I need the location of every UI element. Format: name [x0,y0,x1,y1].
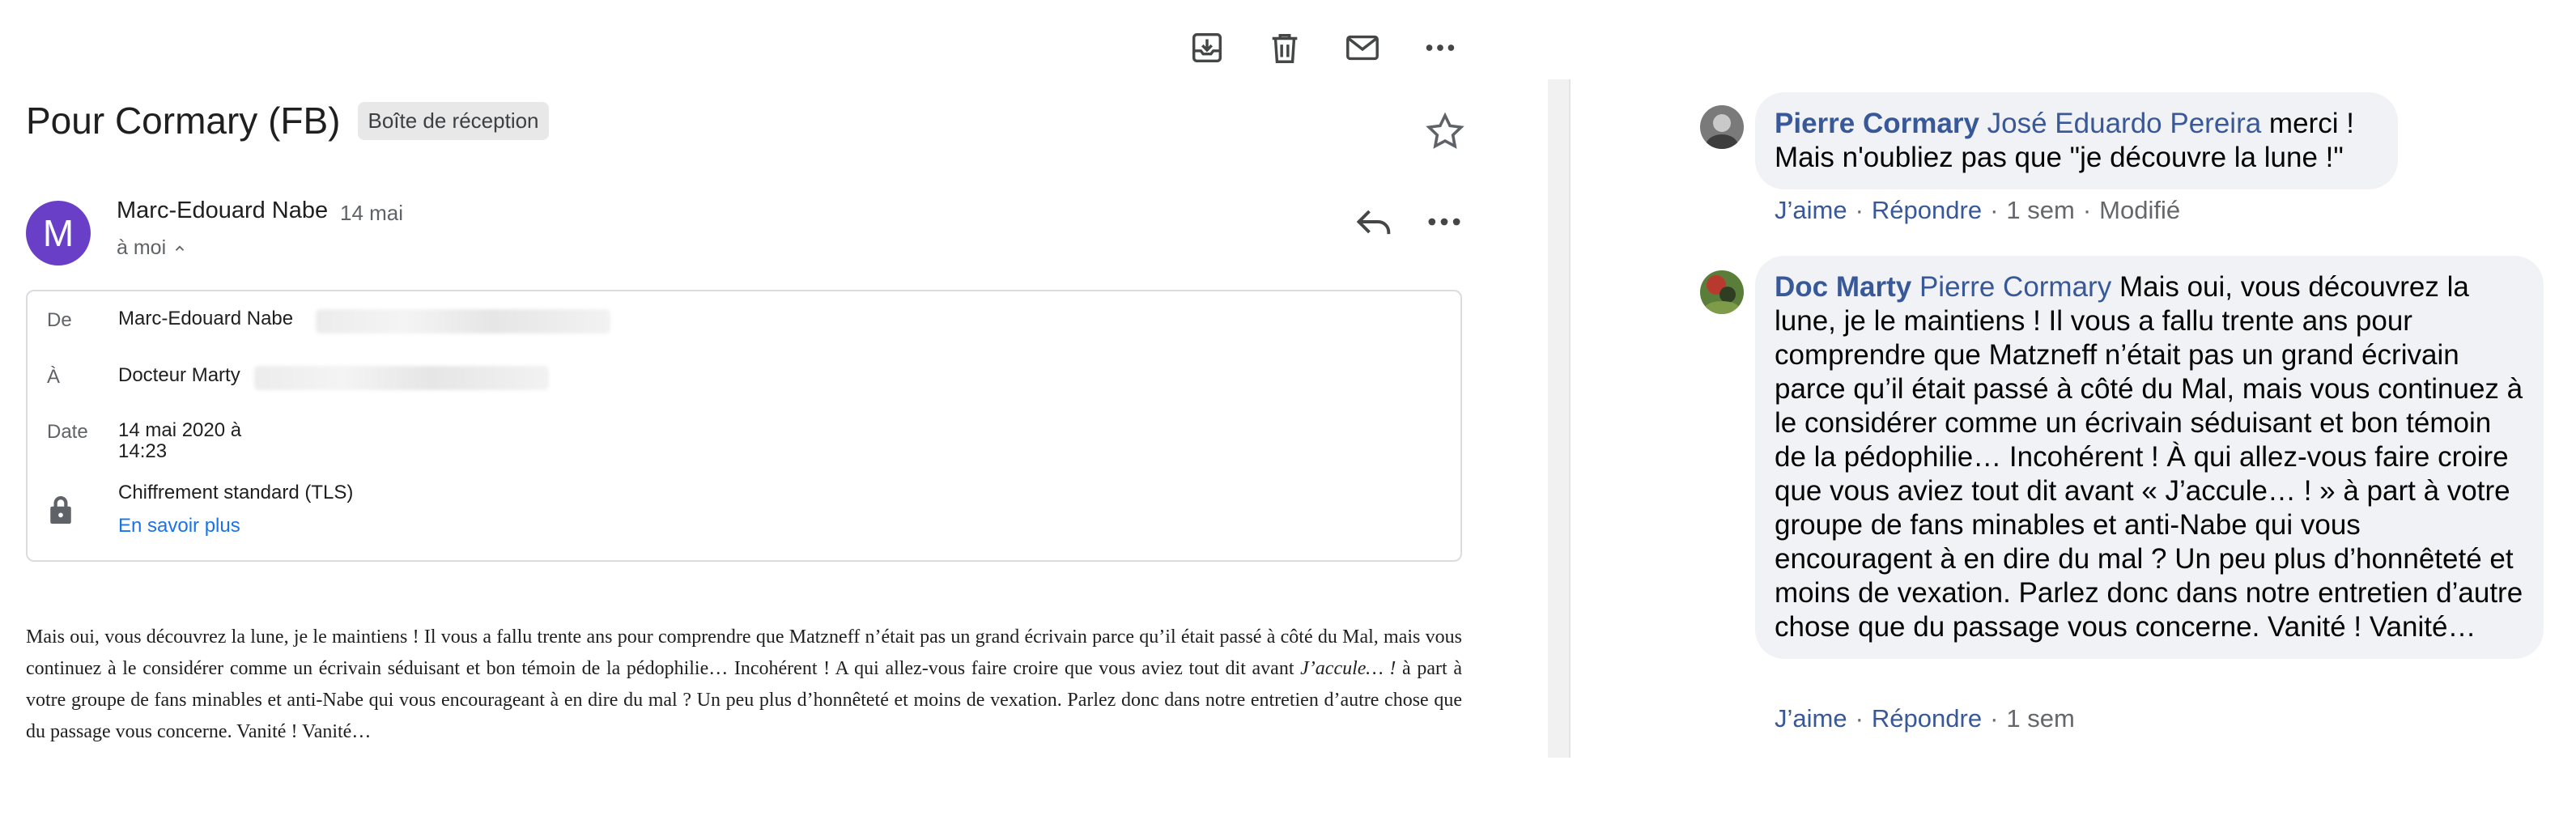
comment-time[interactable]: 1 sem [2006,704,2074,733]
comment-author[interactable]: Pierre Cormary [1775,108,1979,139]
to-value: Docteur Marty [118,364,240,386]
to-me-label: à moi [117,236,167,259]
to-label: À [47,366,61,388]
redacted-email [254,366,549,390]
delete-icon [1272,33,1298,63]
date-value-line2: 14:23 [118,440,168,462]
comment-mention[interactable]: José Eduardo Pereira [1987,108,2262,139]
like-button[interactable]: J’aime [1775,196,1847,225]
archive-icon [1192,32,1222,63]
mark-unread-icon [1346,35,1379,61]
archive-button[interactable] [1182,23,1232,73]
comment-author[interactable]: Doc Marty [1775,271,1911,303]
reply-button[interactable]: Répondre [1872,704,1982,733]
star-icon[interactable] [1423,110,1467,154]
recipients-toggle[interactable]: à moi [117,236,187,260]
comment-text: Mais oui, vous découvrez la lune, je le … [1775,271,2523,643]
comment-actions: J’aime · Répondre · 1 sem · Modifié [1775,196,2181,225]
date-label: Date [47,421,88,443]
learn-more-link[interactable]: En savoir plus [118,515,240,537]
sender-avatar[interactable]: M [26,201,91,265]
email-subject: Pour Cormary (FB) [26,100,341,142]
email-body-italic: J’accule… ! [1300,658,1396,679]
avatar-photo-icon [1700,270,1744,314]
comment-actions: J’aime · Répondre · 1 sem [1775,704,2075,733]
mark-unread-button[interactable] [1337,23,1388,73]
inbox-label-chip[interactable]: Boîte de réception [358,101,549,140]
avatar-photo-icon [1700,105,1744,149]
edited-label: Modifié [2099,196,2181,224]
sender-name[interactable]: Marc-Edouard Nabe [117,198,328,224]
message-details-panel: De Marc-Edouard Nabe À Docteur Marty Dat… [26,290,1462,562]
redacted-email [316,309,610,333]
chevron-up-icon [175,244,185,251]
reply-icon[interactable] [1354,201,1396,243]
comment-bubble: Doc Marty Pierre Cormary Mais oui, vous … [1755,256,2544,659]
mail-toolbar [1182,23,1465,73]
reply-button[interactable]: Répondre [1872,196,1982,225]
email-body: Mais oui, vous découvrez la lune, je le … [26,622,1462,748]
more-icon [1426,45,1455,51]
from-label: De [47,309,72,331]
like-button[interactable]: J’aime [1775,704,1847,733]
lock-icon [50,496,71,524]
email-body-text: Mais oui, vous découvrez la lune, je le … [26,626,1462,679]
commenter-avatar[interactable] [1700,270,1744,314]
email-date: 14 mai [340,201,404,225]
email-subject-row: Pour Cormary (FB) Boîte de réception [26,99,549,142]
from-value: Marc-Edouard Nabe [118,308,294,329]
pane-divider [1548,79,1571,758]
comment-time[interactable]: 1 sem [2006,196,2074,225]
comment-bubble: Pierre Cormary José Eduardo Pereira merc… [1755,92,2398,189]
message-more-icon[interactable] [1423,201,1465,243]
more-options-button[interactable] [1415,23,1465,73]
security-value: Chiffrement standard (TLS) [118,482,354,503]
delete-button[interactable] [1260,23,1310,73]
commenter-avatar[interactable] [1700,105,1744,149]
comment-mention[interactable]: Pierre Cormary [1919,271,2111,303]
